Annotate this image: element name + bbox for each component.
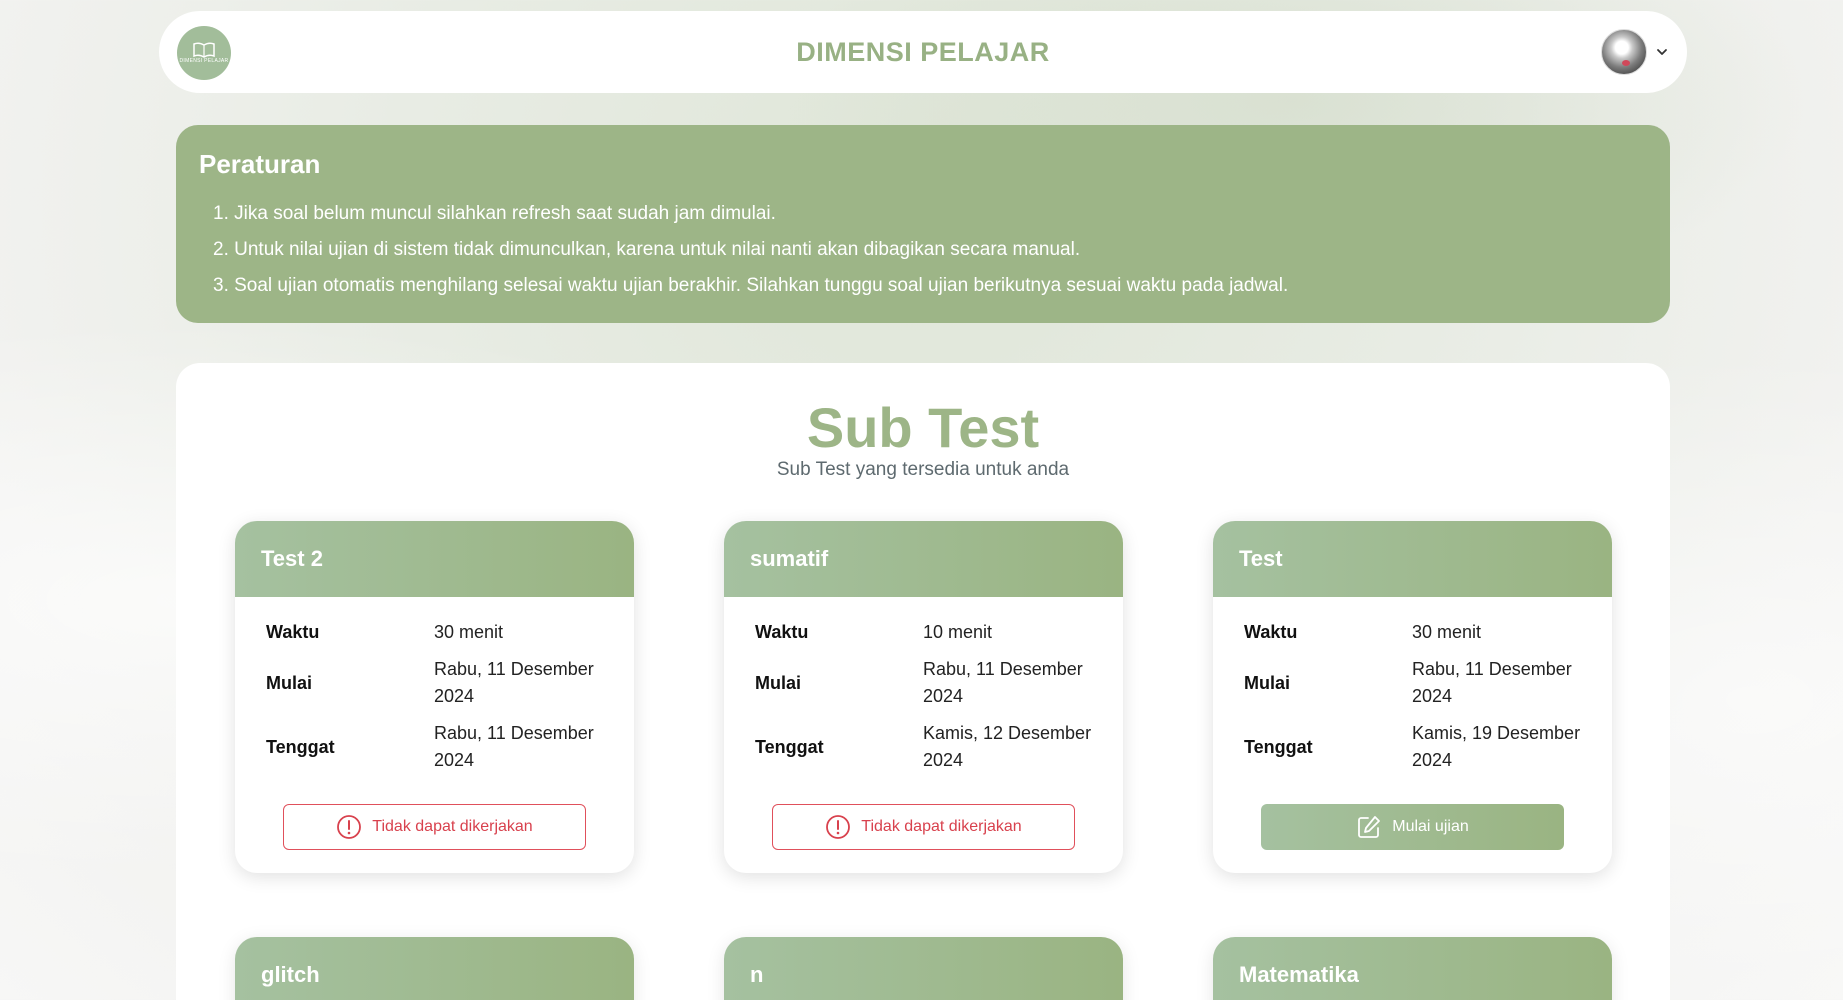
app-logo[interactable]: DIMENSI PELAJAR [177,26,231,80]
due-label: Tenggat [755,736,824,757]
alert-circle-icon [826,815,851,839]
card-title: sumatif [724,521,1123,597]
card-title: Test [1213,521,1612,597]
time-value: 30 menit [434,622,504,642]
time-value: 30 menit [1412,622,1482,642]
page-title: Sub Test [806,396,1040,459]
subtest-card: Test 2 Waktu 30 menit Mulai Rabu, 11 Des… [235,521,634,873]
button-label: Tidak dapat dikerjakan [372,818,533,835]
rules-list: 1. Jika soal belum muncul silahkan refre… [199,196,1647,304]
start-exam-button[interactable]: Mulai ujian [1261,804,1564,850]
time-value: 10 menit [923,622,993,642]
subtest-card: sumatif Waktu 10 menit Mulai Rabu, 11 De… [724,521,1123,873]
chevron-down-icon[interactable] [1655,45,1669,59]
app-title: DIMENSI PELAJAR [796,36,1050,67]
alert-circle-icon [337,815,362,839]
button-label: Mulai ujian [1392,818,1469,835]
subtest-card: glitch [235,937,634,1000]
avatar[interactable] [1601,29,1647,75]
start-label: Mulai [1244,672,1291,693]
button-label: Tidak dapat dikerjakan [861,818,1022,835]
edit-icon [1358,816,1381,838]
time-label: Waktu [266,622,320,642]
start-value: Rabu, 11 Desember 2024 [1412,659,1572,706]
due-value: Kamis, 19 Desember 2024 [1412,723,1581,770]
card-title: n [724,937,1123,1000]
book-icon [193,42,215,58]
subtest-card: Matematika [1213,937,1612,1000]
rules-title: Peraturan [199,149,321,179]
logo-text: DIMENSI PELAJAR [179,58,229,64]
due-label: Tenggat [266,736,335,757]
start-label: Mulai [266,672,313,693]
start-label: Mulai [755,672,802,693]
due-label: Tenggat [1244,736,1313,757]
time-label: Waktu [755,622,809,642]
due-value: Kamis, 12 Desember 2024 [923,723,1092,770]
subtest-card: Test Waktu 30 menit Mulai Rabu, 11 Desem… [1213,521,1612,873]
subtest-card: n [724,937,1123,1000]
unavailable-button[interactable]: Tidak dapat dikerjakan [772,804,1075,850]
due-value: Rabu, 11 Desember 2024 [434,723,594,770]
subtest-panel: Sub Test Sub Test yang tersedia untuk an… [176,363,1670,1000]
top-navbar: DIMENSI PELAJAR DIMENSI PELAJAR [159,11,1687,93]
unavailable-button[interactable]: Tidak dapat dikerjakan [283,804,586,850]
start-value: Rabu, 11 Desember 2024 [923,659,1083,706]
card-title: glitch [235,937,634,1000]
start-value: Rabu, 11 Desember 2024 [434,659,594,706]
time-label: Waktu [1244,622,1298,642]
card-title: Matematika [1213,937,1612,1000]
rule-item: 2. Untuk nilai ujian di sistem tidak dim… [213,239,1081,260]
rule-item: 1. Jika soal belum muncul silahkan refre… [213,203,776,224]
rules-box: Peraturan 1. Jika soal belum muncul sila… [176,125,1670,323]
page-subtitle: Sub Test yang tersedia untuk anda [776,459,1070,480]
card-title: Test 2 [235,521,634,597]
rule-item: 3. Soal ujian otomatis menghilang selesa… [213,275,1289,296]
user-menu[interactable] [1601,29,1669,75]
